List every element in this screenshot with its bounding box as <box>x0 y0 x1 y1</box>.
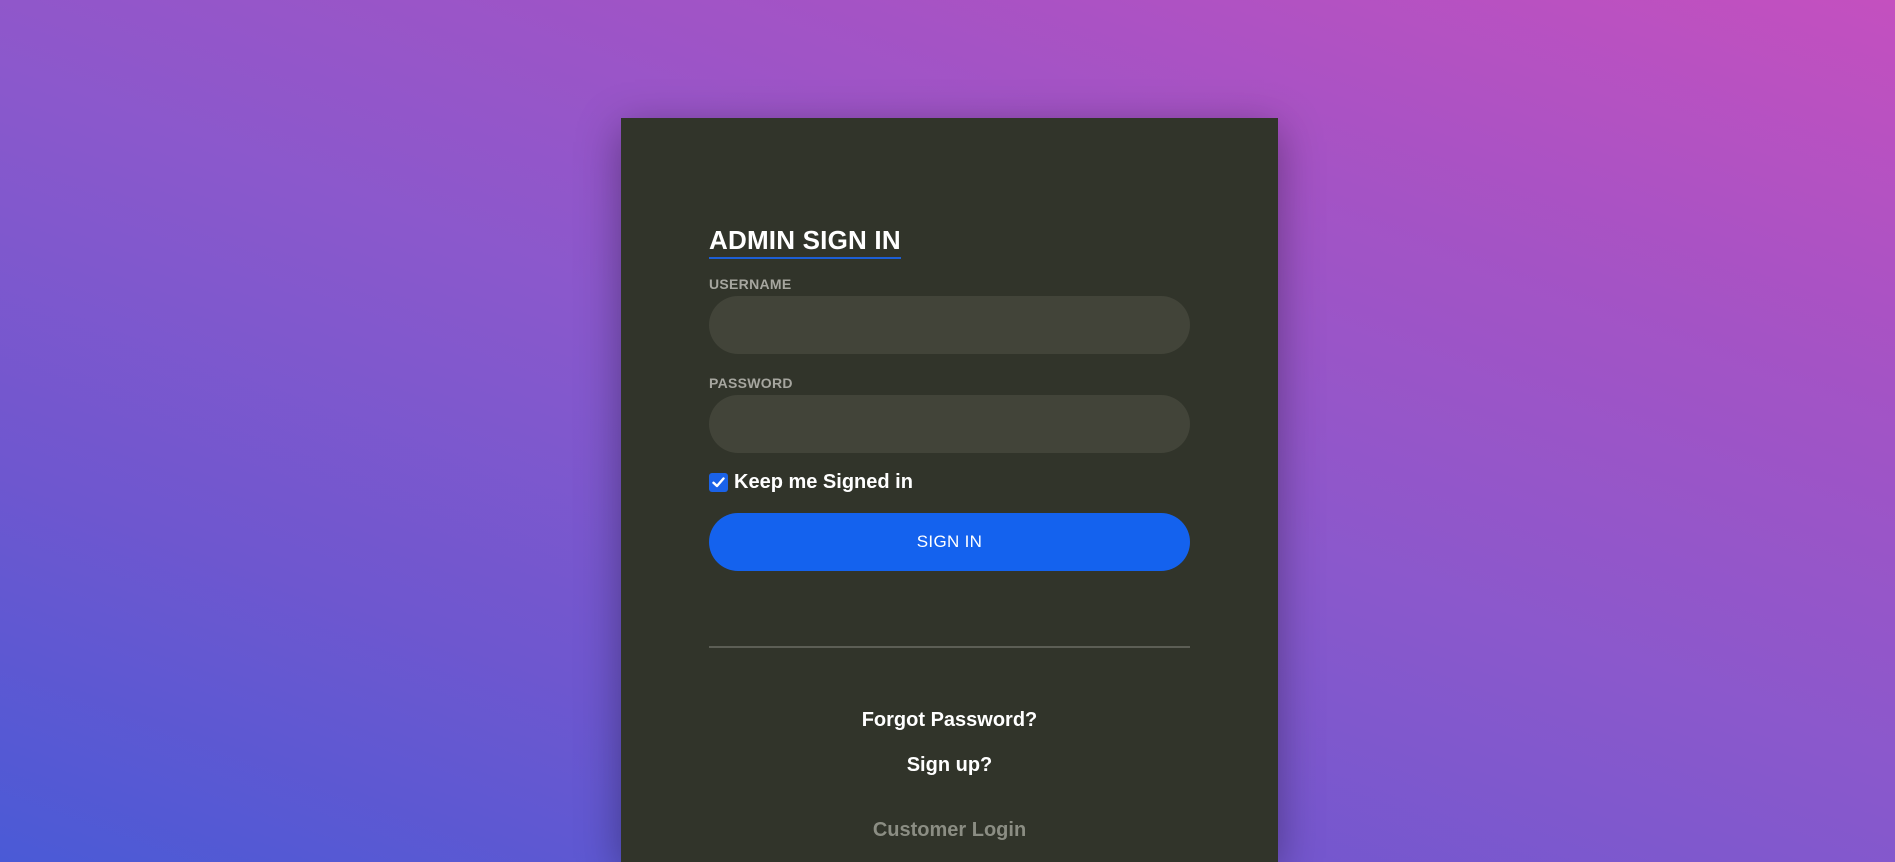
page-title: ADMIN SIGN IN <box>709 225 901 259</box>
username-label: USERNAME <box>709 276 792 292</box>
check-icon <box>712 477 725 488</box>
username-input[interactable] <box>709 296 1190 354</box>
sign-up-link[interactable]: Sign up? <box>709 754 1190 777</box>
login-card: ADMIN SIGN IN USERNAME PASSWORD Keep me … <box>621 118 1278 862</box>
divider <box>709 646 1190 648</box>
keep-signed-in-row[interactable]: Keep me Signed in <box>709 471 913 494</box>
keep-signed-in-checkbox[interactable] <box>709 473 728 492</box>
sign-in-button[interactable]: SIGN IN <box>709 513 1190 571</box>
keep-signed-in-label: Keep me Signed in <box>734 471 913 493</box>
password-input[interactable] <box>709 395 1190 453</box>
forgot-password-link[interactable]: Forgot Password? <box>709 709 1190 732</box>
customer-login-link[interactable]: Customer Login <box>709 819 1190 842</box>
password-label: PASSWORD <box>709 375 793 391</box>
